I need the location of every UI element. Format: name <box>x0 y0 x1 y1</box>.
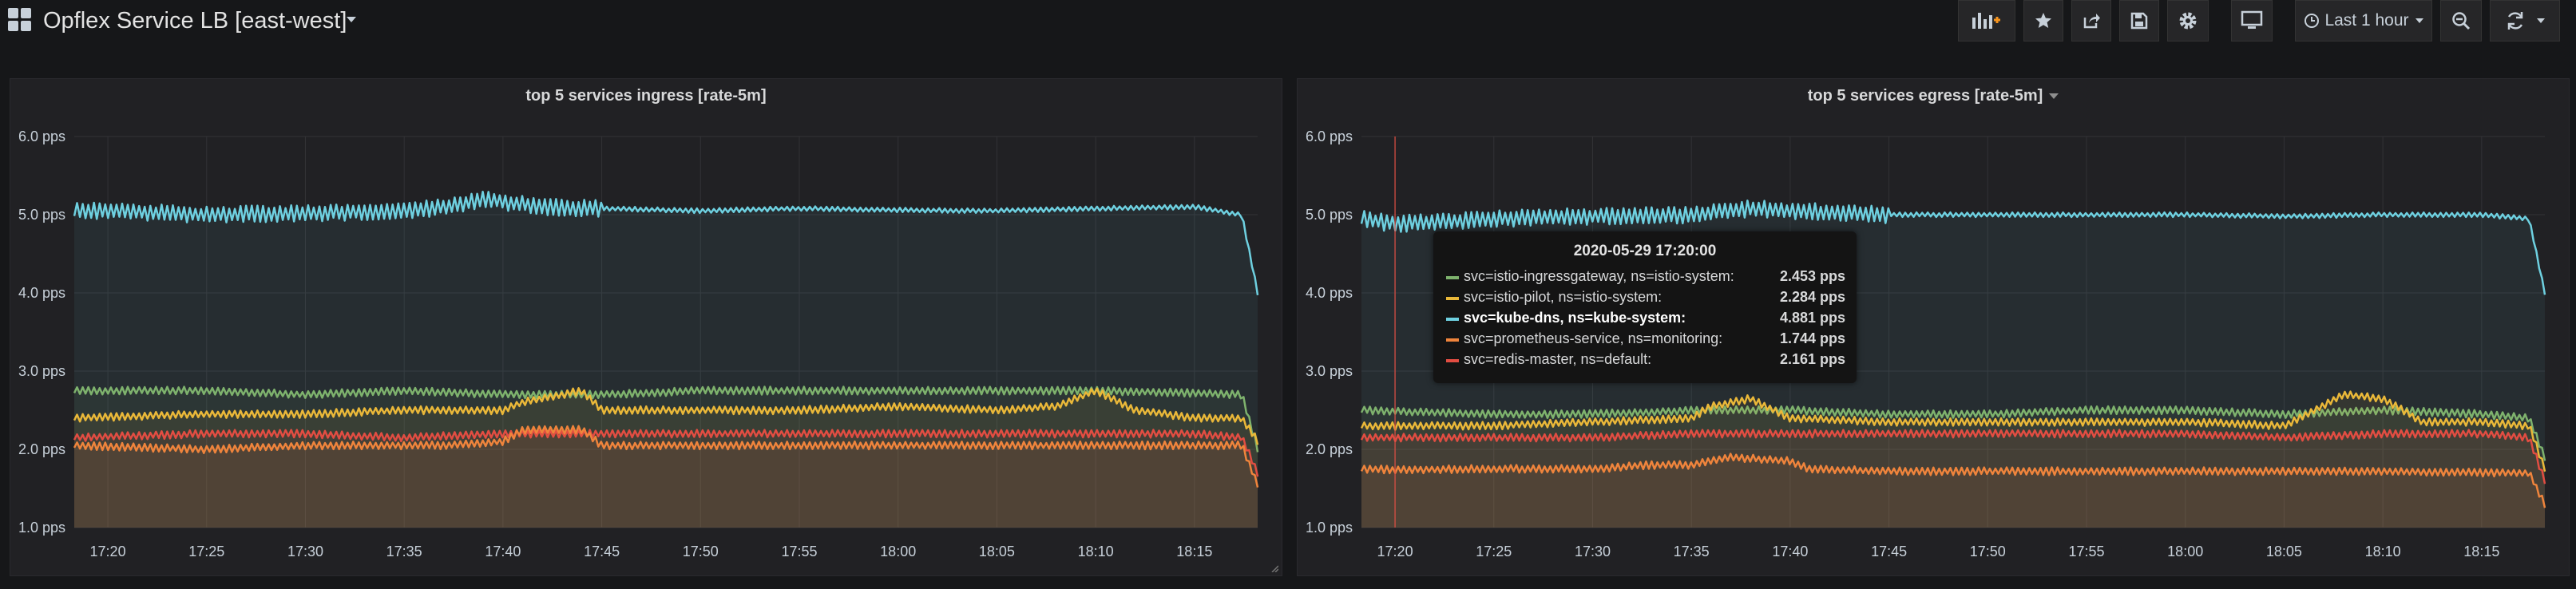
x-tick-label: 17:55 <box>781 544 817 559</box>
star-icon <box>2035 13 2051 28</box>
graph-tooltip: 2020-05-29 17:20:00 svc=istio-ingressgat… <box>1433 231 1857 383</box>
series-value: 1.744 pps <box>1779 330 1845 346</box>
zoom-out-button[interactable] <box>2440 0 2482 42</box>
x-tick-label: 17:45 <box>1871 544 1907 559</box>
chevron-down-icon[interactable] <box>347 17 356 22</box>
x-tick-label: 17:35 <box>1674 544 1710 559</box>
time-range-picker[interactable]: Last 1 hour <box>2295 0 2432 42</box>
tooltip-row: svc=istio-pilot, ns=istio-system: 2.284 … <box>1446 289 1845 308</box>
y-tick-label: 1.0 pps <box>18 520 65 536</box>
series-name: svc=redis-master, ns=default: <box>1464 351 1652 367</box>
y-tick-label: 6.0 pps <box>18 128 65 144</box>
series-swatch <box>1446 297 1459 300</box>
y-tick-label: 4.0 pps <box>1306 285 1353 301</box>
dashboard-title[interactable]: Opflex Service LB [east-west] <box>43 3 347 38</box>
y-tick-label: 4.0 pps <box>18 285 65 301</box>
cycle-view-mode-button[interactable] <box>2231 0 2273 42</box>
x-tick-label: 17:25 <box>188 544 224 559</box>
x-tick-label: 17:25 <box>1476 544 1512 559</box>
resize-handle-icon[interactable] <box>1270 564 1278 572</box>
series-value: 2.161 pps <box>1779 351 1845 367</box>
dashboard-settings-button[interactable] <box>2167 0 2209 42</box>
star-dashboard-button[interactable] <box>2023 0 2063 42</box>
series-value: 4.881 pps <box>1779 310 1845 326</box>
series-value: 2.453 pps <box>1779 268 1845 284</box>
x-tick-label: 17:40 <box>485 544 521 559</box>
series-swatch <box>1446 276 1459 279</box>
add-panel-icon <box>1972 13 2000 29</box>
series-value: 2.284 pps <box>1779 289 1845 305</box>
tooltip-row: svc=prometheus-service, ns=monitoring: 1… <box>1446 330 1845 350</box>
series-swatch <box>1446 338 1459 342</box>
x-tick-label: 18:15 <box>2463 544 2499 559</box>
chevron-down-icon <box>2537 18 2545 23</box>
gear-icon <box>2179 12 2197 30</box>
x-tick-label: 17:40 <box>1772 544 1808 559</box>
x-tick-label: 18:00 <box>2167 544 2203 559</box>
x-tick-label: 18:15 <box>1176 544 1212 559</box>
refresh-icon <box>2507 12 2523 30</box>
y-tick-label: 3.0 pps <box>1306 363 1353 379</box>
add-panel-button[interactable] <box>1958 0 2015 42</box>
save-icon <box>2130 12 2148 30</box>
x-tick-label: 17:50 <box>683 544 719 559</box>
x-tick-label: 17:50 <box>1970 544 2006 559</box>
y-tick-label: 5.0 pps <box>18 207 65 223</box>
x-tick-label: 18:05 <box>2266 544 2302 559</box>
x-tick-label: 18:05 <box>979 544 1015 559</box>
x-tick-label: 17:35 <box>386 544 422 559</box>
series-name: svc=prometheus-service, ns=monitoring: <box>1464 330 1723 346</box>
tooltip-row: svc=redis-master, ns=default: 2.161 pps <box>1446 351 1845 370</box>
clock-icon <box>2305 14 2320 28</box>
x-tick-label: 17:45 <box>584 544 620 559</box>
series-name: svc=istio-ingressgateway, ns=istio-syste… <box>1464 268 1734 284</box>
x-tick-label: 18:00 <box>880 544 916 559</box>
dashboard-grid-icon[interactable] <box>8 8 32 32</box>
refresh-button[interactable] <box>2490 0 2560 42</box>
save-dashboard-button[interactable] <box>2119 0 2159 42</box>
chevron-down-icon <box>2415 18 2423 23</box>
y-tick-label: 1.0 pps <box>1306 520 1353 536</box>
x-tick-label: 17:30 <box>287 544 323 559</box>
share-icon <box>2083 14 2100 29</box>
series-swatch <box>1446 318 1459 321</box>
dashboard-navbar: Opflex Service LB [east-west] Last 1 hou… <box>0 0 2576 45</box>
tooltip-row: svc=kube-dns, ns=kube-system: 4.881 pps <box>1446 310 1845 329</box>
x-tick-label: 17:55 <box>2068 544 2104 559</box>
zoom-out-icon <box>2452 12 2471 30</box>
tooltip-row: svc=istio-ingressgateway, ns=istio-syste… <box>1446 268 1845 287</box>
y-tick-label: 2.0 pps <box>1306 441 1353 457</box>
series-name: svc=kube-dns, ns=kube-system: <box>1464 310 1686 326</box>
share-dashboard-button[interactable] <box>2071 0 2111 42</box>
y-tick-label: 6.0 pps <box>1306 128 1353 144</box>
tooltip-time: 2020-05-29 17:20:00 <box>1573 243 1717 259</box>
x-tick-label: 17:20 <box>1377 544 1413 559</box>
monitor-icon <box>2241 10 2263 29</box>
y-tick-label: 5.0 pps <box>1306 207 1353 223</box>
y-tick-label: 2.0 pps <box>18 441 65 457</box>
x-tick-label: 17:30 <box>1575 544 1611 559</box>
series-name: svc=istio-pilot, ns=istio-system: <box>1464 289 1663 305</box>
x-tick-label: 18:10 <box>1078 544 1114 559</box>
ingress-chart[interactable]: 1.0 pps 2.0 pps 3.0 pps 4.0 pps 5.0 pps 6.0 p… <box>10 79 1283 577</box>
series-swatch <box>1446 359 1459 362</box>
time-range-label: Last 1 hour <box>2324 11 2409 30</box>
x-tick-label: 17:20 <box>90 544 126 559</box>
y-tick-label: 3.0 pps <box>18 363 65 379</box>
x-tick-label: 18:10 <box>2365 544 2401 559</box>
ingress-graph-panel: top 5 services ingress [rate-5m] 1.0 pps… <box>10 78 1282 576</box>
